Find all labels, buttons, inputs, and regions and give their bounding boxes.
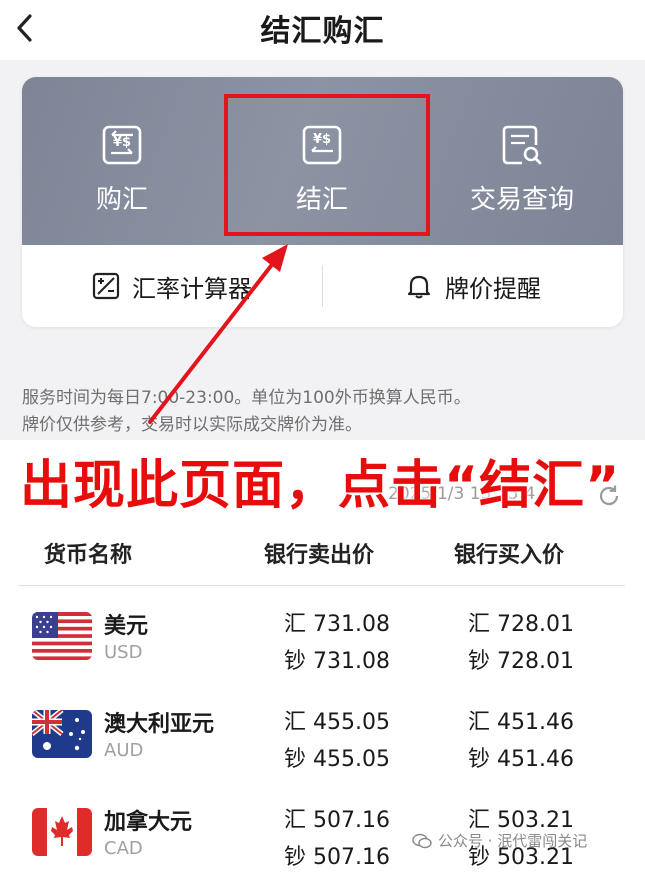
price-alert-button[interactable]: 牌价提醒 xyxy=(323,245,623,327)
currency-name: 澳大利亚元 xyxy=(104,712,215,737)
buy-fx-button[interactable]: ¥$ 购汇 xyxy=(22,121,222,231)
column-bank-sell: 银行卖出价 xyxy=(264,543,375,568)
currency-row-aud[interactable]: 澳大利亚元 AUD 汇 455.05 钞 455.05 汇 451.46 钞 4… xyxy=(0,700,645,795)
currency-name: 美元 xyxy=(104,614,149,639)
top-bar: 结汇购汇 xyxy=(0,0,645,60)
bell-icon xyxy=(407,275,431,299)
currency-code: CAD xyxy=(104,838,143,859)
currency-row-usd[interactable]: 美元 USD 汇 731.08 钞 731.08 汇 728.01 钞 728.… xyxy=(0,602,645,697)
sell-cash-price: 钞 455.05 xyxy=(284,747,390,772)
svg-text:¥$: ¥$ xyxy=(113,135,131,150)
ca-flag-icon xyxy=(32,808,92,856)
column-currency: 货币名称 xyxy=(44,543,133,568)
exchange-icon: ¥$ xyxy=(102,125,142,165)
sell-cash-price: 钞 507.16 xyxy=(284,845,390,870)
transaction-query-button[interactable]: 交易查询 xyxy=(422,121,622,231)
au-flag-icon xyxy=(32,710,92,758)
calculator-icon xyxy=(92,272,120,300)
sell-remit-price: 汇 731.08 xyxy=(284,612,390,637)
document-search-icon xyxy=(502,125,542,165)
sell-remit-price: 汇 507.16 xyxy=(284,808,390,833)
service-notice: 服务时间为每日7:00-23:00。单位为100外币换算人民币。 牌价仅供参考，… xyxy=(22,385,622,439)
rate-calculator-button[interactable]: 汇率计算器 xyxy=(22,245,322,327)
watermark-text: 公众号 · 泯代雷闯关记 xyxy=(438,832,588,850)
currency-name: 加拿大元 xyxy=(104,810,193,835)
currency-code: AUD xyxy=(104,740,144,761)
tools-bar: 汇率计算器 牌价提醒 xyxy=(22,245,623,327)
currency-code: USD xyxy=(104,642,143,663)
column-bank-buy: 银行买入价 xyxy=(454,543,565,568)
notice-line-1: 服务时间为每日7:00-23:00。单位为100外币换算人民币。 xyxy=(22,388,471,408)
notice-line-2: 牌价仅供参考，交易时以实际成交牌价为准。 xyxy=(22,415,362,435)
header-divider xyxy=(18,585,625,586)
price-alert-label: 牌价提醒 xyxy=(445,274,541,303)
buy-remit-price: 汇 451.46 xyxy=(468,710,574,735)
rate-calculator-label: 汇率计算器 xyxy=(132,274,252,303)
annotation-text: 出现此页面，点击“结汇” xyxy=(20,456,621,516)
wechat-icon xyxy=(412,833,432,848)
buy-cash-price: 钞 728.01 xyxy=(468,649,574,674)
page-title: 结汇购汇 xyxy=(260,14,385,49)
us-flag-icon xyxy=(32,612,92,660)
transaction-query-label: 交易查询 xyxy=(469,185,574,215)
sell-cash-price: 钞 731.08 xyxy=(284,649,390,674)
buy-cash-price: 钞 451.46 xyxy=(468,747,574,772)
highlight-box xyxy=(224,94,430,236)
sell-remit-price: 汇 455.05 xyxy=(284,710,390,735)
watermark: 公众号 · 泯代雷闯关记 xyxy=(412,830,587,851)
buy-fx-label: 购汇 xyxy=(95,185,148,215)
buy-remit-price: 汇 728.01 xyxy=(468,612,574,637)
